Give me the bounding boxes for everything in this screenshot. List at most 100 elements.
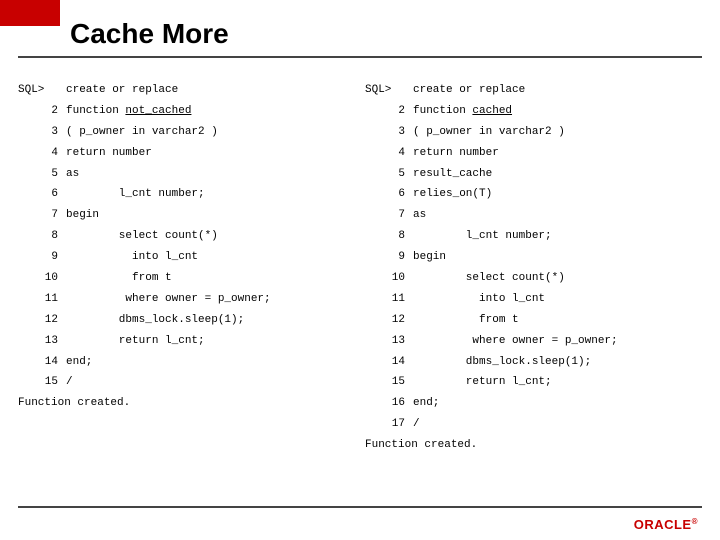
code-line: 15/ [18,372,355,393]
top-divider [18,56,702,58]
line-number: 14 [365,352,405,373]
code-line: 11 into l_cnt [365,289,702,310]
code-line: 9 into l_cnt [18,247,355,268]
line-number: 9 [18,247,58,268]
result-line: Function created. [365,435,702,456]
line-number: 2 [18,101,58,122]
code-line: 5 result_cache [365,164,702,185]
code-line: 2function cached [365,101,702,122]
code-text: l_cnt number; [66,184,205,205]
code-text: return number [413,143,499,164]
line-number: 6 [18,184,58,205]
logo-reg: ® [692,517,698,526]
line-number: 13 [18,331,58,352]
line-number: 12 [365,310,405,331]
line-number: 12 [18,310,58,331]
line-number: 10 [365,268,405,289]
code-line: 6relies_on(T) [365,184,702,205]
page-title: Cache More [70,18,229,50]
code-line: 17 / [365,414,702,435]
line-number: 10 [18,268,58,289]
code-line: 6 l_cnt number; [18,184,355,205]
code-line: 11 where owner = p_owner; [18,289,355,310]
code-text: where owner = p_owner; [413,331,618,352]
code-line: 8 select count(*) [18,226,355,247]
code-line: 9 begin [365,247,702,268]
code-line: 10 from t [18,268,355,289]
code-line: SQL> create or replace [365,80,702,101]
code-text: l_cnt number; [413,226,552,247]
code-text: where owner = p_owner; [66,289,271,310]
code-text: dbms_lock.sleep(1); [413,352,591,373]
code-line: 12 from t [365,310,702,331]
brand-block [0,0,60,26]
code-text: dbms_lock.sleep(1); [66,310,244,331]
code-text: return l_cnt; [413,372,552,393]
sql-prompt: SQL> [365,80,405,101]
code-line: 4return number [365,143,702,164]
code-text: from t [66,268,172,289]
oracle-logo: ORACLE® [634,517,698,532]
code-text: create or replace [413,80,525,101]
bottom-divider [18,506,702,508]
code-text: select count(*) [66,226,218,247]
code-text: into l_cnt [413,289,545,310]
line-number: 5 [365,164,405,185]
line-number: 13 [365,331,405,352]
code-line: 12 dbms_lock.sleep(1); [18,310,355,331]
code-text: / [66,372,73,393]
code-text: begin [66,205,99,226]
sql-prompt: SQL> [18,80,58,101]
code-text: / [413,414,420,435]
code-line: 10 select count(*) [365,268,702,289]
code-text: end; [66,352,92,373]
code-line: 14 end; [18,352,355,373]
code-line: 13 where owner = p_owner; [365,331,702,352]
code-text: function [66,101,125,122]
code-left: SQL> create or replace 2 function not_cache… [18,80,355,456]
code-text: return number [66,143,152,164]
line-number: 11 [18,289,58,310]
code-text: create or replace [66,80,178,101]
code-line: 2 function not_cached [18,101,355,122]
logo-text: ORACLE [634,517,692,532]
line-number: 8 [18,226,58,247]
line-number: 2 [365,101,405,122]
code-text: return l_cnt; [66,331,205,352]
line-number: 11 [365,289,405,310]
result-line: Function created. [18,393,355,414]
code-text: ( p_owner in varchar2 ) [413,122,565,143]
code-right: SQL> create or replace2function cached3 ( … [365,80,702,456]
code-text: result_cache [413,164,492,185]
line-number: 6 [365,184,405,205]
code-text: from t [413,310,519,331]
code-line: 14 dbms_lock.sleep(1); [365,352,702,373]
line-number: 5 [18,164,58,185]
code-line: 7 as [365,205,702,226]
code-line: SQL> create or replace [18,80,355,101]
code-line: 13 return l_cnt; [18,331,355,352]
line-number: 16 [365,393,405,414]
code-text: end; [413,393,439,414]
line-number: 7 [18,205,58,226]
code-line: 7 begin [18,205,355,226]
code-line: 15 return l_cnt; [365,372,702,393]
line-number: 14 [18,352,58,373]
line-number: 3 [18,122,58,143]
code-columns: SQL> create or replace 2 function not_cache… [18,80,702,456]
line-number: 7 [365,205,405,226]
code-text: as [66,164,79,185]
code-line: 3( p_owner in varchar2 ) [18,122,355,143]
line-number: 9 [365,247,405,268]
code-text: as [413,205,426,226]
function-name: cached [472,101,512,122]
code-line: 3 ( p_owner in varchar2 ) [365,122,702,143]
code-line: 5 as [18,164,355,185]
code-text: into l_cnt [66,247,198,268]
function-name: not_cached [125,101,191,122]
code-text: begin [413,247,446,268]
line-number: 4 [18,143,58,164]
line-number: 3 [365,122,405,143]
line-number: 17 [365,414,405,435]
code-text: select count(*) [413,268,565,289]
